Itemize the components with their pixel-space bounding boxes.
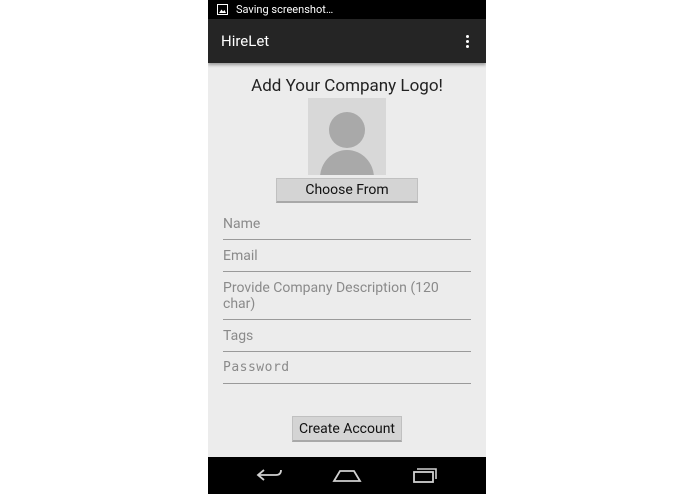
logo-heading: Add Your Company Logo! xyxy=(251,76,443,96)
email-field[interactable]: Email xyxy=(223,248,471,272)
recents-icon[interactable] xyxy=(409,465,439,485)
avatar-placeholder-icon xyxy=(320,112,374,175)
company-logo-image[interactable] xyxy=(308,98,386,175)
home-icon[interactable] xyxy=(332,465,362,485)
phone-screen: Saving screenshot… HireLet Add Your Comp… xyxy=(208,0,486,494)
action-bar: HireLet xyxy=(208,19,486,63)
overflow-menu-icon[interactable] xyxy=(457,26,477,56)
create-account-button[interactable]: Create Account xyxy=(292,416,402,442)
back-icon[interactable] xyxy=(255,465,285,485)
image-icon xyxy=(217,4,228,15)
navigation-bar xyxy=(208,457,486,494)
tags-field[interactable]: Tags xyxy=(223,328,471,352)
status-bar: Saving screenshot… xyxy=(208,0,486,19)
description-field[interactable]: Provide Company Description (120 char) xyxy=(223,280,471,320)
status-notification-text: Saving screenshot… xyxy=(236,3,334,16)
password-field[interactable]: Password xyxy=(223,360,471,384)
name-field[interactable]: Name xyxy=(223,216,471,240)
app-title: HireLet xyxy=(221,32,270,50)
choose-from-button[interactable]: Choose From xyxy=(276,178,418,203)
